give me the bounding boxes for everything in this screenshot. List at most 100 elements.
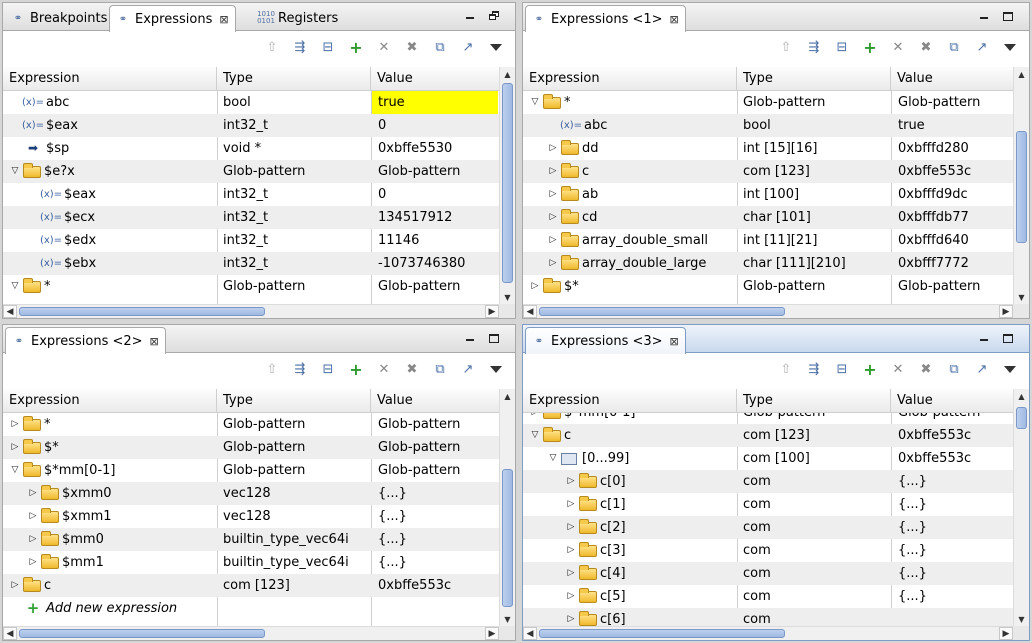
tree-row[interactable]: ▽ $*mm[0-1] Glob-pattern Glob-pattern	[3, 459, 499, 482]
column-type[interactable]: Type	[217, 389, 371, 413]
expand-arrow-icon[interactable]: ▷	[545, 229, 561, 252]
value-cell[interactable]: 0xbffe553c	[892, 160, 1013, 183]
scroll-down-icon[interactable]: ▼	[1014, 290, 1029, 304]
view-menu-icon[interactable]	[485, 358, 507, 380]
expand-arrow-icon[interactable]: ▷	[25, 482, 41, 505]
expression-cell[interactable]: ▷ dd	[523, 137, 737, 160]
horizontal-scrollbar[interactable]: ◀ ▶	[3, 626, 515, 640]
expression-cell[interactable]: ▷ $xmm1	[3, 505, 217, 528]
vertical-scrollbar[interactable]: ▲ ▼	[499, 67, 515, 304]
column-type[interactable]: Type	[737, 67, 891, 91]
scroll-left-icon[interactable]: ◀	[3, 305, 17, 318]
tree-row[interactable]: ➡ $sp void * 0xbffe5530	[3, 137, 499, 160]
horizontal-scrollbar[interactable]: ◀ ▶	[523, 304, 1029, 318]
tree-row[interactable]: ▷ c[0] com {...}	[523, 470, 1013, 493]
tree-row[interactable]: ▷ c[1] com {...}	[523, 493, 1013, 516]
show-logical-structure-icon[interactable]: ⇶	[803, 36, 825, 58]
expression-cell[interactable]: (x)= abc	[523, 114, 737, 137]
column-expression[interactable]: Expression	[523, 67, 737, 91]
expression-cell[interactable]: (x)= abc	[3, 91, 217, 114]
close-icon[interactable]: ⊠	[219, 13, 228, 26]
show-logical-structure-icon[interactable]: ⇶	[289, 358, 311, 380]
value-cell[interactable]: 0	[372, 183, 498, 206]
tree-row[interactable]: ▷ $mm1 builtin_type_vec64i {...}	[3, 551, 499, 574]
expand-arrow-icon[interactable]: ▷	[563, 585, 579, 608]
column-type[interactable]: Type	[737, 389, 891, 413]
collapse-all-icon[interactable]: ⊟	[831, 36, 853, 58]
view-menu-icon[interactable]	[999, 36, 1021, 58]
expand-arrow-icon[interactable]: ▷	[7, 413, 23, 436]
expression-cell[interactable]: ▷ c[4]	[523, 562, 737, 585]
value-cell[interactable]: {...}	[372, 551, 498, 574]
collapse-arrow-icon[interactable]: ▽	[527, 424, 543, 447]
expression-cell[interactable]: (x)= $ebx	[3, 252, 217, 275]
add-expression-icon[interactable]: +	[345, 36, 367, 58]
collapse-arrow-icon[interactable]: ▽	[527, 91, 543, 114]
value-cell[interactable]	[892, 608, 1013, 626]
column-type[interactable]: Type	[217, 67, 371, 91]
pin-icon[interactable]: ↗	[457, 36, 479, 58]
scroll-up-icon[interactable]: ▲	[1014, 389, 1029, 403]
expand-arrow-icon[interactable]: ▷	[545, 183, 561, 206]
value-cell[interactable]: 0xbfffdb77	[892, 206, 1013, 229]
show-type-names-icon[interactable]: ⇧	[261, 358, 283, 380]
tree-row[interactable]: ▷ $* Glob-pattern Glob-pattern	[523, 275, 1013, 298]
restore-button[interactable]	[487, 9, 501, 23]
value-cell[interactable]: 0xbfffd9dc	[892, 183, 1013, 206]
add-expression-icon[interactable]: +	[859, 358, 881, 380]
value-cell[interactable]: {...}	[892, 493, 1013, 516]
column-value[interactable]: Value	[891, 67, 1013, 91]
tree-row[interactable]: ▽ [0...99] com [100] 0xbffe553c	[523, 447, 1013, 470]
value-cell[interactable]: Glob-pattern	[892, 275, 1013, 298]
tree-row[interactable]: ▷ c[6] com	[523, 608, 1013, 626]
tree-row[interactable]: + Add new expression	[3, 597, 499, 620]
scroll-right-icon[interactable]: ▶	[999, 627, 1013, 640]
show-logical-structure-icon[interactable]: ⇶	[289, 36, 311, 58]
value-cell[interactable]: Glob-pattern	[892, 91, 1013, 114]
minimize-button[interactable]	[463, 9, 477, 23]
add-expression-icon[interactable]: +	[859, 36, 881, 58]
expand-arrow-icon[interactable]: ▷	[563, 516, 579, 539]
scroll-up-icon[interactable]: ▲	[500, 67, 515, 81]
column-expression[interactable]: Expression	[3, 389, 217, 413]
expand-arrow-icon[interactable]: ▷	[527, 275, 543, 298]
column-expression[interactable]: Expression	[523, 389, 737, 413]
value-cell[interactable]: 0xbfffd640	[892, 229, 1013, 252]
value-cell[interactable]: 0xbffe5530	[372, 137, 498, 160]
tree-row[interactable]: ▷ c[5] com {...}	[523, 585, 1013, 608]
expand-arrow-icon[interactable]: ▷	[563, 608, 579, 626]
value-cell[interactable]: {...}	[372, 505, 498, 528]
scroll-up-icon[interactable]: ▲	[500, 389, 515, 403]
tree-row[interactable]: (x)= abc bool true	[3, 91, 499, 114]
close-icon[interactable]: ⊠	[670, 13, 679, 26]
horizontal-scrollbar[interactable]: ◀ ▶	[523, 626, 1029, 640]
expression-cell[interactable]: ▷ $*	[3, 436, 217, 459]
tree-row[interactable]: ▷ $mm0 builtin_type_vec64i {...}	[3, 528, 499, 551]
show-type-names-icon[interactable]: ⇧	[775, 36, 797, 58]
expression-cell[interactable]: ▷ ab	[523, 183, 737, 206]
value-cell[interactable]: {...}	[892, 470, 1013, 493]
vertical-scrollbar[interactable]: ▲ ▼	[1013, 67, 1029, 304]
pin-icon[interactable]: ↗	[457, 358, 479, 380]
tab-expressions-1[interactable]: ⚭ Expressions <1> ⊠	[525, 5, 686, 32]
tree-row[interactable]: ▷ cd char [101] 0xbfffdb77	[523, 206, 1013, 229]
value-cell[interactable]: 0xbffe553c	[892, 447, 1013, 470]
expression-cell[interactable]: ▽ $e?x	[3, 160, 217, 183]
collapse-all-icon[interactable]: ⊟	[831, 358, 853, 380]
column-value[interactable]: Value	[371, 67, 499, 91]
tree-row[interactable]: ▽ $e?x Glob-pattern Glob-pattern	[3, 160, 499, 183]
expression-cell[interactable]: ▷ c	[523, 160, 737, 183]
expand-arrow-icon[interactable]: ▷	[563, 562, 579, 585]
tree-row[interactable]: ▷ $* Glob-pattern Glob-pattern	[3, 436, 499, 459]
new-view-icon[interactable]: ⧉	[943, 36, 965, 58]
scroll-thumb[interactable]	[502, 469, 513, 607]
scroll-down-icon[interactable]: ▼	[500, 612, 515, 626]
pin-icon[interactable]: ↗	[971, 358, 993, 380]
tree-row[interactable]: ▷ array_double_small int [11][21] 0xbfffd64…	[523, 229, 1013, 252]
expand-arrow-icon[interactable]: ▷	[25, 528, 41, 551]
scroll-right-icon[interactable]: ▶	[485, 627, 499, 640]
tree-row[interactable]: ▽ c com [123] 0xbffe553c	[523, 424, 1013, 447]
collapse-all-icon[interactable]: ⊟	[317, 358, 339, 380]
value-cell[interactable]: 0xbfff7772	[892, 252, 1013, 275]
tree-row[interactable]: ▷ c com [123] 0xbffe553c	[3, 574, 499, 597]
